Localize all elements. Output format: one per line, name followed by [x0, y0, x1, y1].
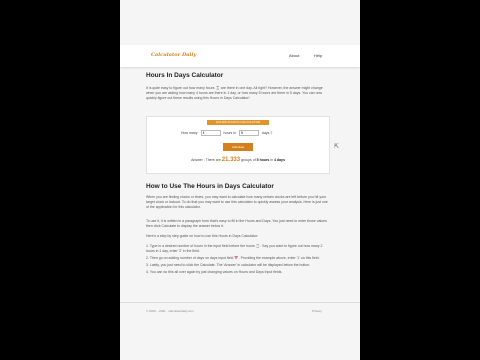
top-navigation-bar: Calculator Daily About Help: [120, 45, 360, 67]
intro-paragraph: It is quite easy to figure out how many …: [146, 86, 323, 100]
calculate-button[interactable]: Calculate: [223, 143, 253, 151]
days-input[interactable]: [239, 130, 259, 136]
privacy-link[interactable]: Privacy: [312, 309, 322, 313]
nav-link-about[interactable]: About: [289, 53, 299, 58]
step-item: 4. You can do this all over again by jus…: [146, 270, 283, 274]
mouse-cursor-icon: ⇱: [334, 144, 340, 150]
copyright-text: © 2020 – 2021 · calculatordaily.com: [146, 309, 194, 313]
page-title: Hours In Days Calculator: [146, 72, 224, 79]
web-page: Calculator Daily About Help Hours In Day…: [120, 0, 360, 360]
hours-input[interactable]: [200, 130, 221, 136]
step-item: 2. Then go on adding number of days on d…: [146, 256, 320, 260]
how-to-title: How to Use The Hours in Days Calculator: [146, 183, 274, 190]
how-to-paragraph-1: When you are finding clocks or times, yo…: [146, 195, 328, 209]
hours-in-label: hours in: [223, 131, 236, 135]
how-many-label: How many: [181, 131, 198, 135]
step-item: 1. Type in a desired number of hours in …: [146, 244, 323, 253]
how-to-paragraph-3: Here's a step by step guide on how to us…: [146, 234, 259, 238]
answer-text: Answer : There are 21.333 groups of 5 ho…: [147, 157, 329, 163]
nav-link-help[interactable]: Help: [314, 53, 322, 58]
days-label: days ?: [262, 131, 273, 135]
calculator-input-row: How many hours in days ?: [181, 130, 272, 136]
step-item: 3. Lastly, you just need to click the Ca…: [146, 263, 311, 267]
answer-days: 4 days: [274, 158, 285, 162]
calculator-panel: HOURS IN DAYS CALCULATOR How many hours …: [146, 116, 330, 174]
site-logo[interactable]: Calculator Daily: [151, 52, 196, 58]
how-to-steps: 1. Type in a desired number of hours in …: [146, 244, 328, 277]
page-footer: © 2020 – 2021 · calculatordaily.com Priv…: [120, 302, 360, 320]
calculator-header: HOURS IN DAYS CALCULATOR: [207, 120, 269, 125]
answer-value: 21.333: [221, 157, 241, 163]
answer-in: in: [270, 158, 274, 162]
answer-mid: groups of: [241, 158, 256, 162]
answer-prefix: Answer : There are: [191, 158, 221, 162]
answer-hours: 5 hours: [256, 158, 270, 162]
how-to-paragraph-2: To use it, it is written in a paragraph …: [146, 219, 327, 228]
